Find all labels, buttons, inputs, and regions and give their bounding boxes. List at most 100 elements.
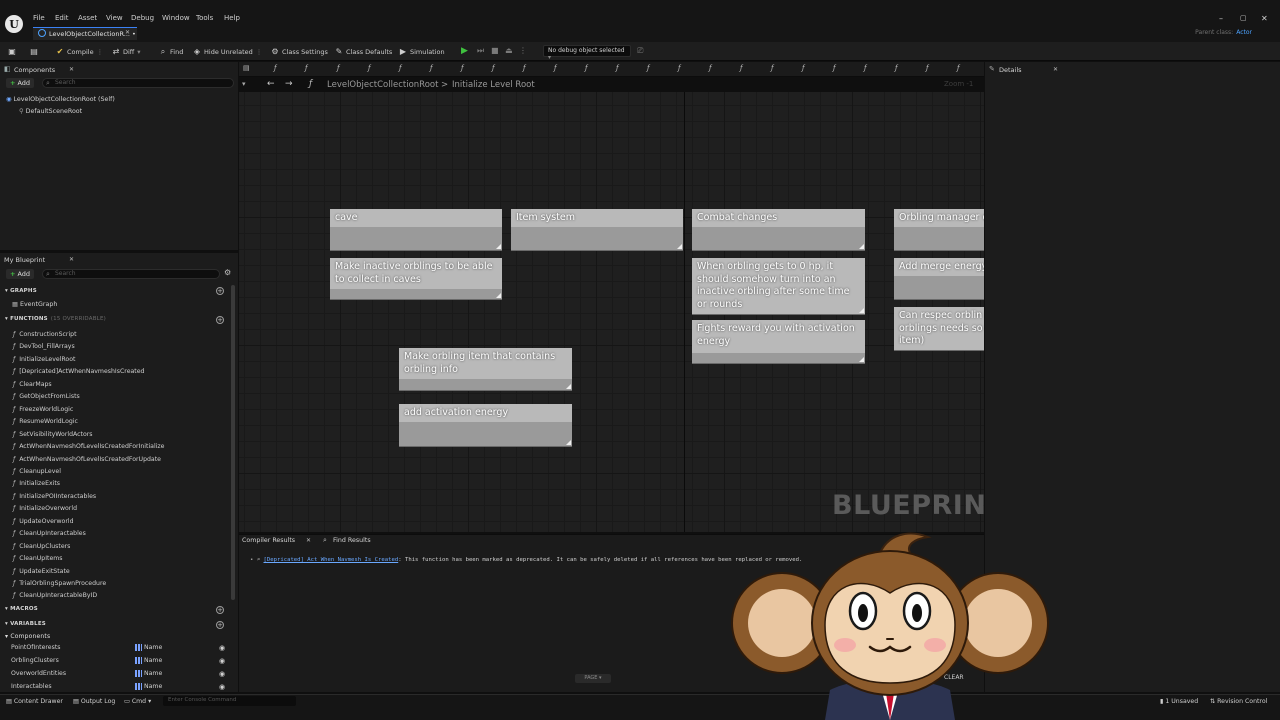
resize-handle[interactable] bbox=[859, 244, 864, 249]
function-graph-tab-icon[interactable]: ƒ bbox=[399, 64, 401, 72]
breadcrumb-current[interactable]: Initialize Level Root bbox=[452, 80, 535, 90]
add-graph-icon[interactable]: + bbox=[216, 287, 224, 295]
eye-icon[interactable]: ◉ bbox=[219, 683, 225, 691]
function-graph-tab-icon[interactable]: ƒ bbox=[305, 64, 307, 72]
function-graph-tab-icon[interactable]: ƒ bbox=[802, 64, 804, 72]
components-search-input[interactable]: ⌕ Search bbox=[42, 78, 234, 88]
function-graph-tab-icon[interactable]: ƒ bbox=[895, 64, 897, 72]
settings-gear-icon[interactable]: ⚙ bbox=[224, 268, 231, 277]
function-item[interactable]: ƒ ActWhenNavmeshOfLevelIsCreatedForUpdate bbox=[13, 456, 161, 463]
comment-node[interactable]: Combat changes bbox=[692, 209, 865, 250]
resize-handle[interactable] bbox=[496, 244, 501, 249]
components-add-button[interactable]: + Add bbox=[6, 78, 35, 88]
simulation-button[interactable]: ▶ Simulation bbox=[399, 46, 445, 57]
menu-asset[interactable]: Asset bbox=[78, 14, 97, 22]
function-item[interactable]: ƒ CleanupLevel bbox=[13, 468, 61, 475]
class-defaults-button[interactable]: ✎ Class Defaults bbox=[335, 46, 393, 57]
debug-object-select[interactable]: No debug object selected ▾ bbox=[543, 45, 631, 61]
document-tab[interactable]: LevelObjectCollectionR... • bbox=[33, 27, 137, 40]
forward-arrow-icon[interactable]: → bbox=[285, 79, 293, 89]
add-function-icon[interactable]: + bbox=[216, 316, 224, 324]
function-graph-tab-icon[interactable]: ƒ bbox=[430, 64, 432, 72]
revision-control-button[interactable]: ⇅ Revision Control bbox=[1210, 698, 1267, 705]
function-item[interactable]: ƒ GetObjectFromLists bbox=[13, 393, 80, 400]
function-graph-tab-icon[interactable]: ƒ bbox=[368, 64, 370, 72]
details-close-icon[interactable]: ✕ bbox=[1053, 66, 1058, 73]
cmd-dropdown[interactable]: ▭ Cmd ▾ bbox=[124, 698, 151, 705]
page-dropdown[interactable]: PAGE ▾ bbox=[575, 674, 611, 683]
eye-icon[interactable]: ◉ bbox=[219, 670, 225, 678]
function-item[interactable]: ƒ ResumeWorldLogic bbox=[13, 418, 78, 425]
components-variables-subheader[interactable]: ▾ Components bbox=[5, 633, 50, 640]
hide-unrelated-button[interactable]: ◈ Hide Unrelated ⋮ bbox=[193, 46, 262, 57]
add-macro-icon[interactable]: + bbox=[216, 606, 224, 614]
function-graph-tab-icon[interactable]: ƒ bbox=[926, 64, 928, 72]
menu-tools[interactable]: Tools bbox=[196, 14, 213, 22]
function-item[interactable]: ƒ DevTool_FillArrays bbox=[13, 343, 75, 350]
function-graph-tab-icon[interactable]: ƒ bbox=[709, 64, 711, 72]
function-graph-tab-icon[interactable]: ƒ bbox=[461, 64, 463, 72]
output-log-button[interactable]: ▤ Output Log bbox=[73, 698, 115, 705]
function-item[interactable]: ƒ ConstructionScript bbox=[13, 331, 77, 338]
function-item[interactable]: ƒ InitializePOIInteractables bbox=[13, 493, 96, 500]
menu-debug[interactable]: Debug bbox=[131, 14, 154, 22]
comment-node[interactable]: cave bbox=[330, 209, 502, 250]
resize-handle[interactable] bbox=[859, 357, 864, 362]
variable-type[interactable]: Name bbox=[135, 644, 162, 651]
back-arrow-icon[interactable]: ← bbox=[267, 79, 275, 89]
function-item[interactable]: ƒ ClearMaps bbox=[13, 381, 52, 388]
function-item[interactable]: ƒ UpdateExitState bbox=[13, 568, 70, 575]
function-item[interactable]: ƒ InitializeOverworld bbox=[13, 505, 77, 512]
function-graph-tab-icon[interactable]: ƒ bbox=[833, 64, 835, 72]
stop-icon[interactable]: ■ bbox=[491, 46, 500, 56]
play-options-icon[interactable]: ⋮ bbox=[519, 46, 528, 56]
comment-node[interactable]: Orbling manager c bbox=[894, 209, 984, 250]
comment-node[interactable]: add activation energy bbox=[399, 404, 572, 446]
menu-edit[interactable]: Edit bbox=[55, 14, 69, 22]
function-graph-tab-icon[interactable]: ƒ bbox=[337, 64, 339, 72]
compiler-tab-close-icon[interactable]: ✕ bbox=[306, 537, 311, 544]
components-close-icon[interactable]: ✕ bbox=[69, 66, 74, 73]
minimize-icon[interactable]: – bbox=[1219, 14, 1223, 23]
function-graph-tab-icon[interactable]: ƒ bbox=[864, 64, 866, 72]
components-title[interactable]: Components bbox=[14, 66, 55, 74]
comment-node[interactable]: Make orbling item that contains orbling … bbox=[399, 348, 572, 390]
function-graph-tab-icon[interactable]: ƒ bbox=[678, 64, 680, 72]
function-item[interactable]: ƒ InitializeLevelRoot bbox=[13, 356, 75, 363]
function-item[interactable]: ƒ [Depricated]ActWhenNavmeshIsCreated bbox=[13, 368, 144, 375]
my-blueprint-scrollbar[interactable] bbox=[231, 285, 235, 600]
function-graph-tab-icon[interactable]: ƒ bbox=[771, 64, 773, 72]
variable-type[interactable]: Name bbox=[135, 670, 162, 677]
variable-row[interactable]: OverworldEntities Name ◉ bbox=[11, 670, 229, 681]
diff-button[interactable]: ⇄ Diff ▾ bbox=[112, 46, 141, 57]
save-icon[interactable]: ▣ bbox=[8, 46, 16, 57]
function-item[interactable]: ƒ InitializeExits bbox=[13, 480, 60, 487]
comment-node[interactable]: Can respec orblin orblings needs so item… bbox=[894, 307, 984, 350]
component-child-item[interactable]: ⚲ DefaultSceneRoot bbox=[19, 108, 82, 115]
eye-icon[interactable]: ◉ bbox=[219, 657, 225, 665]
function-graph-tab-icon[interactable]: ƒ bbox=[616, 64, 618, 72]
parent-class-link[interactable]: Actor bbox=[1236, 29, 1252, 36]
breadcrumb-root[interactable]: LevelObjectCollectionRoot bbox=[327, 80, 438, 90]
play-icon[interactable]: ▶ bbox=[461, 46, 471, 56]
my-blueprint-close-icon[interactable]: ✕ bbox=[69, 256, 74, 263]
tab-find-results[interactable]: Find Results bbox=[333, 537, 371, 544]
function-item[interactable]: ƒ ActWhenNavmeshOfLevelIsCreatedForInitia… bbox=[13, 443, 164, 450]
function-graph-tab-icon[interactable]: ƒ bbox=[523, 64, 525, 72]
menu-view[interactable]: View bbox=[106, 14, 123, 22]
add-variable-icon[interactable]: + bbox=[216, 621, 224, 629]
content-drawer-button[interactable]: ▤ Content Drawer bbox=[6, 698, 63, 705]
variables-section-header[interactable]: ▾ VARIABLES bbox=[5, 621, 46, 627]
my-blueprint-title[interactable]: My Blueprint bbox=[4, 256, 45, 264]
browse-icon[interactable]: ▤ bbox=[30, 46, 38, 57]
step-icon[interactable]: ⏭ bbox=[477, 46, 486, 56]
functions-section-header[interactable]: ▾ FUNCTIONS (15 OVERRIDABLE) bbox=[5, 316, 106, 322]
eye-icon[interactable]: ◉ bbox=[219, 644, 225, 652]
function-graph-tab-icon[interactable]: ƒ bbox=[274, 64, 276, 72]
variable-type[interactable]: Name bbox=[135, 657, 162, 664]
function-item[interactable]: ƒ CleanUpInteractables bbox=[13, 530, 86, 537]
variable-row[interactable]: OrblingClusters Name ◉ bbox=[11, 657, 229, 668]
details-title[interactable]: Details bbox=[999, 66, 1022, 74]
function-graph-tab-icon[interactable]: ƒ bbox=[492, 64, 494, 72]
find-button[interactable]: ⌕ Find bbox=[159, 46, 184, 57]
